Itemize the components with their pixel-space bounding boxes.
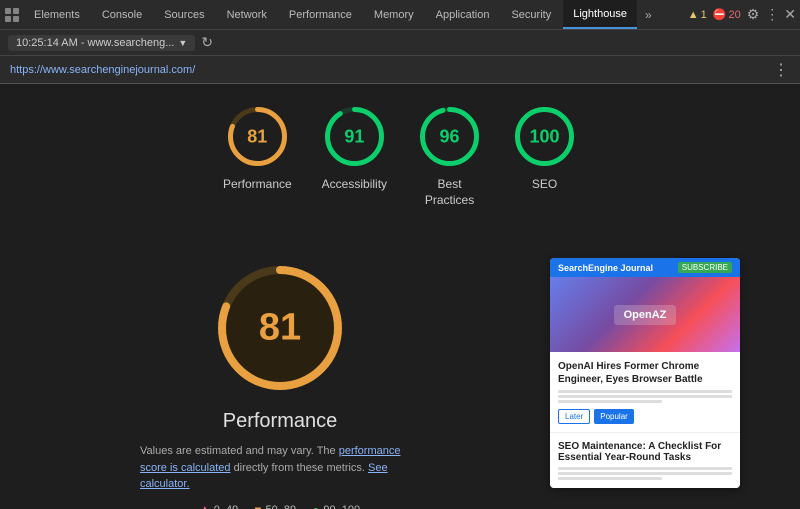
score-item-best-practices: 96 Best Practices [417, 104, 482, 208]
legend-green-icon: ● [312, 503, 319, 509]
main-perf-title: Performance [223, 410, 338, 433]
score-circle-performance: 81 [225, 104, 290, 169]
warn-count: 1 [701, 9, 707, 21]
lighthouse-content: 81 Performance 91 Accessibility 96 [0, 84, 800, 509]
legend-red-icon: ▲ [200, 504, 210, 509]
score-value-seo: 100 [530, 126, 560, 147]
page-options-icon[interactable]: ⋮ [773, 60, 790, 80]
tab-elements[interactable]: Elements [24, 0, 90, 29]
score-circle-best-practices: 96 [417, 104, 482, 169]
legend-row: ▲ 0–49 ■ 50–89 ● 90–100 [200, 503, 360, 509]
tab-application[interactable]: Application [426, 0, 500, 29]
preview-body: OpenAI Hires Former Chrome Engineer, Eye… [550, 352, 740, 432]
preview-body2-line-3 [558, 477, 662, 480]
legend-green-range: 90–100 [323, 504, 360, 509]
score-label-performance: Performance [223, 177, 292, 193]
perf-desc-middle: directly from these metrics. [234, 462, 365, 474]
main-performance-section: 81 Performance Values are estimated and … [0, 238, 800, 509]
preview-line-1 [558, 390, 732, 393]
preview-buttons: Later Popular [558, 409, 732, 424]
score-circle-seo: 100 [512, 104, 577, 169]
legend-orange-icon: ■ [254, 503, 261, 509]
more-tabs-button[interactable]: » [639, 8, 658, 22]
preview-body2-line-1 [558, 467, 732, 470]
devtools-topbar: Elements Console Sources Network Perform… [0, 0, 800, 30]
score-label-best-practices: Best Practices [425, 177, 474, 208]
address-bar: 10:25:14 AM - www.searcheng... ▼ ↻ [0, 30, 800, 56]
tab-console[interactable]: Console [92, 0, 152, 29]
preview-logo: SearchEngine Journal [558, 263, 653, 273]
tab-performance[interactable]: Performance [279, 0, 362, 29]
preview-later-button[interactable]: Later [558, 409, 590, 424]
preview-hero: OpenAZ [550, 277, 740, 352]
score-item-seo: 100 SEO [512, 104, 577, 193]
triangle-icon: ▲ [688, 9, 699, 21]
preview-body2-line-2 [558, 472, 732, 475]
url-text: 10:25:14 AM - www.searcheng... [16, 37, 174, 49]
preview-article2-title: SEO Maintenance: A Checklist For Essenti… [558, 441, 732, 463]
preview-article-title: OpenAI Hires Former Chrome Engineer, Eye… [558, 360, 732, 386]
tab-lighthouse[interactable]: Lighthouse [563, 0, 637, 29]
legend-item-green: ● 90–100 [312, 503, 360, 509]
score-value-best-practices: 96 [440, 126, 460, 147]
preview-hero-badge: OpenAZ [614, 305, 677, 325]
dropdown-arrow-icon: ▼ [178, 38, 187, 48]
preview-body2-lines [558, 467, 732, 480]
panel-icon [4, 7, 20, 23]
preview-body2: SEO Maintenance: A Checklist For Essenti… [550, 432, 740, 488]
score-circle-accessibility: 91 [322, 104, 387, 169]
more-options-icon[interactable]: ⋮ [765, 6, 778, 23]
error-badge: ⛔ 20 [713, 8, 741, 21]
settings-icon[interactable]: ⚙ [747, 6, 760, 23]
error-icon: ⛔ [713, 8, 727, 21]
preview-subscribe-badge: SUBSCRIBE [678, 262, 732, 273]
error-count: 20 [728, 9, 740, 21]
refresh-button[interactable]: ↻ [201, 34, 213, 51]
warning-badge: ▲ 1 [688, 9, 707, 21]
score-item-performance: 81 Performance [223, 104, 292, 193]
perf-description: Values are estimated and may vary. The p… [140, 443, 420, 493]
preview-popular-button[interactable]: Popular [594, 409, 634, 424]
devtools-icons: ▲ 1 ⛔ 20 ⚙ ⋮ ✕ [688, 6, 796, 23]
legend-item-red: ▲ 0–49 [200, 504, 238, 509]
left-section: 81 Performance Values are estimated and … [50, 258, 510, 509]
perf-desc-prefix: Values are estimated and may vary. The [140, 445, 336, 457]
score-label-seo: SEO [532, 177, 557, 193]
big-score-circle: 81 [210, 258, 350, 398]
page-url-text: https://www.searchenginejournal.com/ [10, 64, 195, 76]
score-value-accessibility: 91 [344, 126, 364, 147]
preview-line-3 [558, 400, 662, 403]
preview-card: SearchEngine Journal SUBSCRIBE OpenAZ Op… [550, 258, 740, 488]
score-label-accessibility: Accessibility [322, 177, 387, 193]
tab-memory[interactable]: Memory [364, 0, 424, 29]
page-url-bar: https://www.searchenginejournal.com/ ⋮ [0, 56, 800, 84]
legend-orange-range: 50–89 [266, 504, 297, 509]
url-display[interactable]: 10:25:14 AM - www.searcheng... ▼ [8, 35, 195, 51]
score-value-performance: 81 [247, 126, 267, 147]
preview-lines [558, 390, 732, 403]
preview-header: SearchEngine Journal SUBSCRIBE [550, 258, 740, 277]
legend-item-orange: ■ 50–89 [254, 503, 296, 509]
right-section: SearchEngine Journal SUBSCRIBE OpenAZ Op… [550, 258, 750, 488]
score-item-accessibility: 91 Accessibility [322, 104, 387, 193]
preview-line-2 [558, 395, 732, 398]
big-score-value: 81 [259, 307, 301, 350]
close-devtools-icon[interactable]: ✕ [784, 6, 796, 23]
tab-sources[interactable]: Sources [154, 0, 214, 29]
legend-red-range: 0–49 [214, 504, 238, 509]
tab-network[interactable]: Network [217, 0, 277, 29]
tab-security[interactable]: Security [501, 0, 561, 29]
scores-row: 81 Performance 91 Accessibility 96 [223, 104, 577, 208]
